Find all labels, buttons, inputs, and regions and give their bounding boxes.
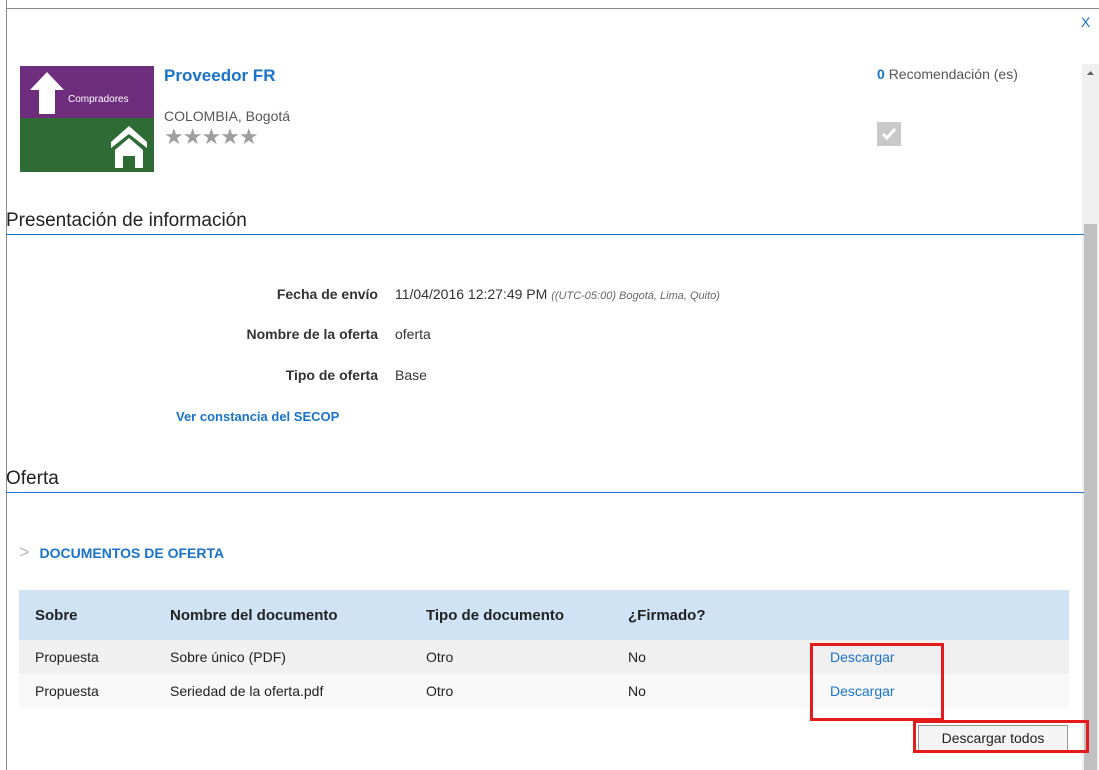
chevron-right-icon: > <box>19 542 30 562</box>
cell-signed: No <box>628 649 646 665</box>
col-sobre: Sobre <box>35 606 78 624</box>
cell-document-type: Otro <box>426 649 454 665</box>
offer-type-label: Tipo de oferta <box>285 367 378 383</box>
up-arrow-house-icon <box>30 72 64 114</box>
modal-border-top <box>6 8 1099 9</box>
recommendations-count: 0 <box>877 66 885 82</box>
recommendations-label: Recomendación (es) <box>888 66 1018 82</box>
house-icon <box>111 126 147 168</box>
cell-document-name: Seriedad de la oferta.pdf <box>170 683 324 699</box>
cell-sobre: Propuesta <box>35 683 99 699</box>
secop-certificate-link[interactable]: Ver constancia del SECOP <box>176 409 339 424</box>
logo-providers-panel: Proveedores <box>20 118 154 203</box>
offer-section-title: Oferta <box>6 468 59 489</box>
col-document-name: Nombre del documento <box>170 606 338 624</box>
scrollbar-thumb[interactable] <box>1084 224 1097 770</box>
recommendations: 0 Recomendación (es) <box>877 66 1018 82</box>
sent-date-text: 11/04/2016 12:27:49 PM <box>395 286 548 302</box>
offer-type-value: Base <box>395 367 427 383</box>
cell-sobre: Propuesta <box>35 649 99 665</box>
modal-border-left <box>6 0 7 770</box>
offer-documents-title: DOCUMENTOS DE OFERTA <box>39 545 225 561</box>
scroll-up-arrow-icon[interactable] <box>1082 64 1099 81</box>
logo-providers-text: Proveedores <box>30 192 87 203</box>
offer-name-label: Nombre de la oferta <box>246 326 378 342</box>
sent-date-value: 11/04/2016 12:27:49 PM ((UTC-05:00) Bogo… <box>395 286 720 302</box>
highlight-box-downloads <box>810 643 944 721</box>
col-actions <box>824 590 1069 640</box>
provider-name-link[interactable]: Proveedor FR <box>164 66 275 86</box>
table-header-row: Sobre Nombre del documento Tipo de docum… <box>19 590 1069 640</box>
cell-document-name: Sobre único (PDF) <box>170 649 286 665</box>
offer-documents-toggle[interactable]: > DOCUMENTOS DE OFERTA <box>19 542 224 563</box>
sent-date-label: Fecha de envío <box>276 286 378 302</box>
vertical-scrollbar[interactable] <box>1082 64 1099 770</box>
highlight-box-download-all <box>913 720 1089 753</box>
col-document-type: Tipo de documento <box>426 606 565 624</box>
cell-document-type: Otro <box>426 683 454 699</box>
provider-location: COLOMBIA, Bogotá <box>164 108 291 124</box>
logo-buyers-panel: Compradores <box>20 66 154 118</box>
logo-buyers-text: Compradores <box>68 94 129 105</box>
check-icon[interactable] <box>877 122 901 146</box>
modal-window: X Compradores Proveedores Proveedor FR C… <box>0 0 1099 770</box>
provider-logo: Compradores Proveedores <box>20 66 154 203</box>
offer-divider <box>6 492 1084 493</box>
col-signed: ¿Firmado? <box>628 606 706 624</box>
offer-name-value: oferta <box>395 326 431 342</box>
presentation-section-title: Presentación de información <box>6 210 247 231</box>
close-button[interactable]: X <box>1081 14 1090 30</box>
rating-stars-icon: ★★★★★ <box>164 124 259 149</box>
timezone-note: ((UTC-05:00) Bogotá, Lima, Quito) <box>551 290 720 302</box>
cell-signed: No <box>628 683 646 699</box>
presentation-divider <box>6 234 1084 235</box>
